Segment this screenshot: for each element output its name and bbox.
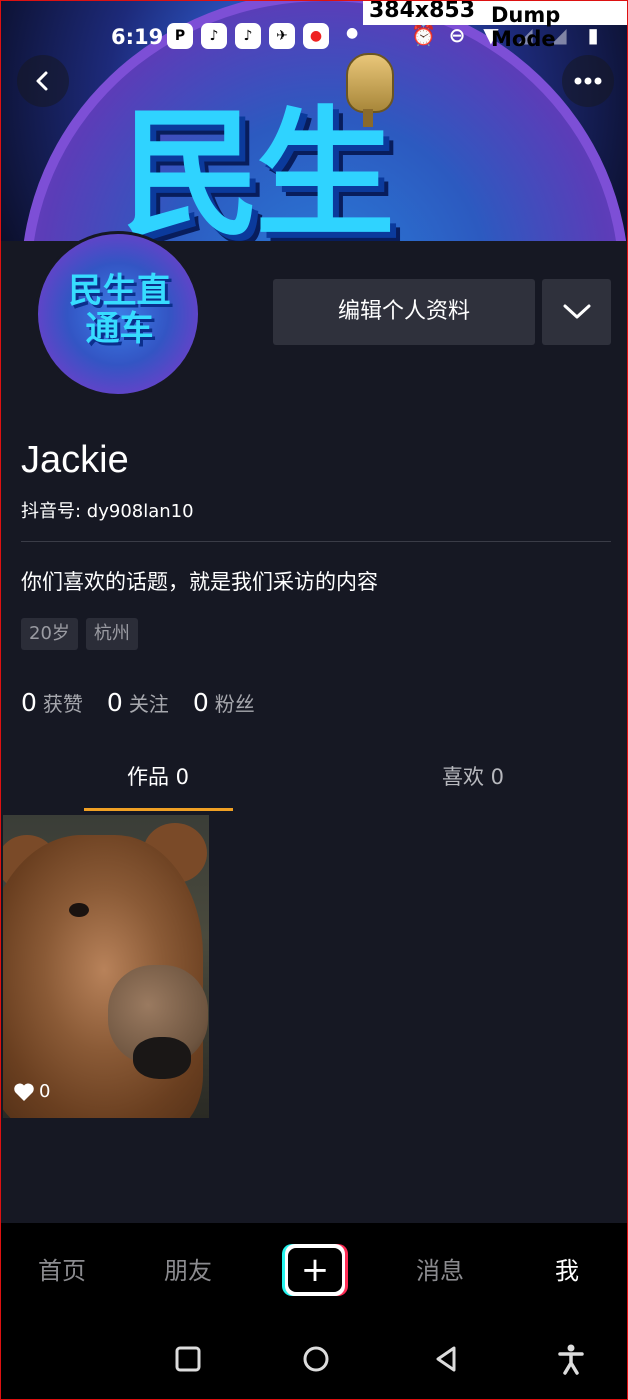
accessibility-icon: [558, 1344, 584, 1375]
video-like-count: 0: [13, 1081, 50, 1102]
edit-profile-button[interactable]: 编辑个人资料: [273, 279, 535, 345]
debug-overlay: 384x853 Dump Mode: [363, 0, 627, 51]
tab-works[interactable]: 作品 0: [127, 757, 189, 797]
back-button[interactable]: [17, 55, 69, 107]
like-count: 0: [39, 1081, 51, 1102]
tiktok-icon: ♪: [235, 23, 261, 49]
bear-eye: [69, 903, 89, 917]
square-icon: [175, 1346, 201, 1372]
plus-button-face: +: [285, 1244, 345, 1296]
dnd-icon: ⊖: [448, 23, 466, 47]
system-navigation-bar: [1, 1319, 627, 1399]
chevron-left-icon: [36, 71, 48, 91]
circle-icon: [303, 1346, 329, 1372]
bottom-navigation: 首页 朋友 + 消息 我: [1, 1223, 627, 1319]
heart-icon: [14, 1082, 34, 1101]
more-button[interactable]: [562, 55, 614, 107]
create-post-button[interactable]: +: [282, 1244, 348, 1296]
profile-tags: 20岁 杭州: [21, 618, 138, 650]
stat-followers[interactable]: 0 粉丝: [193, 685, 255, 722]
notification-icons: P ♪ ♪ ✈ ●: [167, 23, 329, 49]
record-icon: ●: [303, 23, 329, 49]
debug-mode: Dump Mode: [491, 3, 561, 51]
divider: [21, 541, 611, 542]
recents-button[interactable]: [170, 1341, 206, 1377]
profile-bio: 你们喜欢的话题，就是我们采访的内容: [21, 570, 378, 594]
app-frame: 民生 6:19 P ♪ ♪ ✈ ● ● ⏰ ⊖ ▼ ◢ ◢ ▮ 384x853 …: [0, 0, 628, 1400]
tab-likes[interactable]: 喜欢 0: [442, 757, 504, 797]
active-tab-indicator: [84, 808, 233, 811]
status-time: 6:19: [111, 25, 164, 49]
alarm-icon: ⏰: [411, 23, 436, 47]
stat-value: 0: [192, 688, 209, 717]
stat-following[interactable]: 0 关注: [107, 685, 169, 722]
send-icon: ✈: [269, 23, 295, 49]
avatar-logo-text: 民生直通车: [68, 271, 171, 349]
stat-label: 粉丝: [214, 692, 255, 716]
nav-me[interactable]: 我: [555, 1253, 579, 1289]
avatar[interactable]: 民生直通车: [35, 231, 201, 397]
stat-value: 0: [21, 688, 37, 717]
accessibility-button[interactable]: [553, 1341, 589, 1377]
notification-icon: P: [167, 23, 193, 49]
stat-label: 获赞: [42, 692, 83, 716]
nav-messages[interactable]: 消息: [416, 1253, 464, 1289]
bear-nose: [133, 1037, 191, 1079]
more-horizontal-icon: [574, 77, 602, 85]
tiktok-icon: ♪: [201, 23, 227, 49]
plus-icon: +: [288, 1248, 342, 1292]
stat-likes-received[interactable]: 0 获赞: [21, 685, 83, 722]
stat-label: 关注: [128, 692, 169, 716]
nav-home[interactable]: 首页: [38, 1253, 86, 1289]
status-bar: 6:19 P ♪ ♪ ✈ ● ● ⏰ ⊖ ▼ ◢ ◢ ▮ 384x853 Dum…: [1, 1, 627, 59]
profile-name: Jackie: [21, 439, 129, 481]
age-tag: 20岁: [21, 618, 78, 650]
chevron-down-icon: [563, 304, 590, 319]
more-options-dropdown[interactable]: [542, 279, 611, 345]
douyin-id[interactable]: 抖音号: dy908lan10: [21, 499, 194, 525]
nav-friends[interactable]: 朋友: [164, 1253, 212, 1289]
debug-resolution: 384x853: [369, 0, 476, 23]
home-button[interactable]: [298, 1341, 334, 1377]
location-tag: 杭州: [85, 618, 138, 650]
video-thumbnail[interactable]: [3, 815, 209, 1118]
triangle-back-icon: [436, 1346, 456, 1372]
banner-title: 民生: [121, 94, 395, 242]
profile-stats: 0 获赞 0 关注 0 粉丝: [21, 685, 255, 722]
back-nav-button[interactable]: [428, 1341, 464, 1377]
more-notifications-dot: ●: [346, 25, 359, 41]
stat-value: 0: [106, 688, 123, 717]
